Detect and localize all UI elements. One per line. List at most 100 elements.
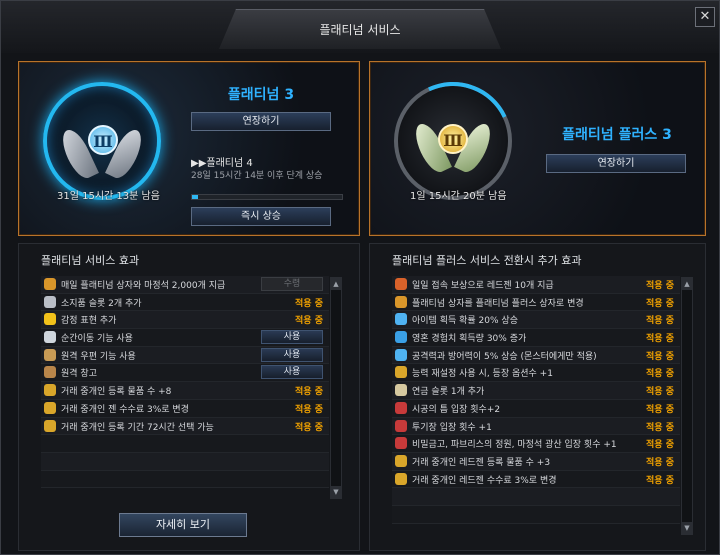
status-badge: 적용 중 <box>646 440 674 451</box>
scales-icon <box>44 419 56 432</box>
platinum-plus-effects-title: 플래티넘 플러스 서비스 전환시 추가 효과 <box>392 254 582 267</box>
empty-row <box>41 452 329 471</box>
scroll-down-icon[interactable]: ▼ <box>331 486 341 498</box>
effect-text: 일일 접속 보상으로 레드젠 10개 지급 <box>412 281 554 291</box>
status-badge: 적용 중 <box>295 298 323 309</box>
status-badge: 적용 중 <box>646 334 674 345</box>
status-badge: 적용 중 <box>646 298 674 309</box>
list-item: 아이템 획득 확률 20% 상승 적용 중 <box>392 311 680 330</box>
soul-icon <box>395 331 407 344</box>
effect-action-button[interactable]: 수령 <box>261 277 323 291</box>
list-item: 원격 우편 기능 사용 사용 <box>41 346 329 365</box>
list-item: 투기장 입장 횟수 +1 적용 중 <box>392 417 680 436</box>
effect-text: 거래 중개인 등록 기간 72시간 선택 가능 <box>61 422 214 433</box>
storage-icon <box>44 366 56 379</box>
gift-box-icon <box>395 295 407 308</box>
list-item: 플래티넘 상자를 플래티넘 플러스 상자로 변경 적용 중 <box>392 293 680 312</box>
platinum-extend-button[interactable]: 연장하기 <box>191 112 331 131</box>
platinum-effects-title: 플래티넘 서비스 효과 <box>41 254 140 267</box>
reward-icon <box>395 278 407 290</box>
close-button[interactable]: ✕ <box>695 7 715 27</box>
platinum-plus-emblem-icon: Ⅲ <box>438 124 468 154</box>
effect-text: 투기장 입장 횟수 +1 <box>412 422 492 433</box>
list-item: 소지품 슬롯 2개 추가 적용 중 <box>41 293 329 312</box>
status-badge: 적용 중 <box>295 316 323 327</box>
scales-icon <box>44 384 56 397</box>
platinum-effects-list: 매일 플래티넘 상자와 마정석 2,000개 지급 수령 소지품 슬롯 2개 추가 적… <box>41 276 329 489</box>
dungeon-icon <box>395 437 407 450</box>
list-item: 감정 표현 추가 적용 중 <box>41 311 329 330</box>
platinum-service-window: 플래티넘 서비스 ✕ Ⅲ 31일 15시간 13분 남음 플래티넘 3 연장하기… <box>0 0 720 555</box>
effect-text: 원격 우편 기능 사용 <box>61 351 136 362</box>
dungeon-icon <box>395 401 407 414</box>
list-item: 매일 플래티넘 상자와 마정석 2,000개 지급 수령 <box>41 276 329 294</box>
status-badge: 적용 중 <box>646 457 674 468</box>
scales-icon <box>44 401 56 414</box>
list-item: 연금 슬롯 1개 추가 적용 중 <box>392 382 680 400</box>
list-item: 순간이동 기능 사용 사용 <box>41 329 329 347</box>
effect-text: 공격력과 방어력이 5% 상승 (몬스터에게만 적용) <box>412 351 597 362</box>
details-button[interactable]: 자세히 보기 <box>119 513 247 537</box>
status-badge: 적용 중 <box>646 369 674 380</box>
right-scrollbar[interactable]: ▲ ▼ <box>681 277 693 535</box>
list-item: 거래 중개인 레드젠 등록 물품 수 +3 적용 중 <box>392 452 680 471</box>
status-badge: 적용 중 <box>295 387 323 398</box>
platinum-effects-panel: 플래티넘 서비스 효과 매일 플래티넘 상자와 마정석 2,000개 지급 수령 소… <box>18 243 360 551</box>
scroll-up-icon[interactable]: ▲ <box>682 278 692 290</box>
scroll-up-icon[interactable]: ▲ <box>331 278 341 290</box>
status-badge: 적용 중 <box>646 404 674 415</box>
effect-text: 비밀금고, 파브리스의 정원, 마정석 광산 입장 횟수 +1 <box>412 440 617 451</box>
effect-text: 원격 창고 <box>61 369 97 380</box>
platinum-card: Ⅲ 31일 15시간 13분 남음 플래티넘 3 연장하기 ▶▶플래티넘 4 2… <box>18 61 360 236</box>
list-item: 거래 중개인 등록 물품 수 +8 적용 중 <box>41 382 329 400</box>
tier-progress-fill <box>192 195 198 199</box>
effect-text: 플래티넘 상자를 플래티넘 플러스 상자로 변경 <box>412 298 584 309</box>
list-item: 능력 재설정 사용 시, 등장 옵션수 +1 적용 중 <box>392 364 680 383</box>
platinum-plus-remaining-time: 1일 15시간 20분 남음 <box>410 191 507 202</box>
list-item: 거래 중개인 등록 기간 72시간 선택 가능 적용 중 <box>41 417 329 436</box>
effect-text: 능력 재설정 사용 시, 등장 옵션수 +1 <box>412 369 553 380</box>
platinum-plus-effects-list: 일일 접속 보상으로 레드젠 10개 지급 적용 중 플래티넘 상자를 플래티넘 플… <box>392 276 680 524</box>
effect-text: 거래 중개인 젠 수수료 3%로 변경 <box>61 404 189 415</box>
tier-progress-bar <box>191 194 343 200</box>
effect-action-button[interactable]: 사용 <box>261 347 323 362</box>
status-badge: 적용 중 <box>646 351 674 362</box>
effect-text: 시공의 틈 입장 횟수+2 <box>412 404 501 415</box>
effect-text: 소지품 슬롯 2개 추가 <box>61 298 142 309</box>
effect-text: 거래 중개인 레드젠 등록 물품 수 +3 <box>412 457 551 468</box>
empty-row <box>41 470 329 489</box>
empty-row <box>41 435 329 453</box>
status-badge: 적용 중 <box>646 387 674 398</box>
teleport-icon <box>44 331 56 344</box>
status-badge: 적용 중 <box>295 404 323 415</box>
window-title: 플래티넘 서비스 <box>319 23 401 37</box>
list-item: 거래 중개인 레드젠 수수료 3%로 변경 적용 중 <box>392 470 680 489</box>
emotion-icon <box>44 313 56 326</box>
platinum-plus-tier-title: 플래티넘 플러스 3 <box>562 127 672 143</box>
list-item: 거래 중개인 젠 수수료 3%로 변경 적용 중 <box>41 399 329 418</box>
effect-action-button[interactable]: 사용 <box>261 365 323 380</box>
scroll-down-icon[interactable]: ▼ <box>682 522 692 534</box>
effect-action-button[interactable]: 사용 <box>261 330 323 345</box>
platinum-tier-title: 플래티넘 3 <box>227 87 295 103</box>
platinum-remaining-time: 31일 15시간 13분 남음 <box>57 191 160 202</box>
next-tier-condition: 28일 15시간 14분 이후 단계 상승 <box>191 171 323 181</box>
left-scrollbar[interactable]: ▲ ▼ <box>330 277 342 499</box>
status-badge: 적용 중 <box>646 316 674 327</box>
list-item: 일일 접속 보상으로 레드젠 10개 지급 적용 중 <box>392 276 680 294</box>
swap-icon <box>395 366 407 379</box>
slot-icon <box>44 295 56 308</box>
status-badge: 적용 중 <box>295 422 323 433</box>
next-tier-label: ▶▶플래티넘 4 <box>191 158 253 169</box>
platinum-plus-effects-panel: 플래티넘 플러스 서비스 전환시 추가 효과 일일 접속 보상으로 레드젠 10… <box>369 243 706 551</box>
effect-text: 감정 표현 추가 <box>61 316 117 327</box>
list-item: 영혼 경험치 획득량 30% 증가 적용 중 <box>392 329 680 347</box>
platinum-plus-extend-button[interactable]: 연장하기 <box>546 154 686 173</box>
instant-upgrade-button[interactable]: 즉시 상승 <box>191 207 331 226</box>
effect-text: 아이템 획득 확률 20% 상승 <box>412 316 518 327</box>
effect-text: 영혼 경험치 획득량 30% 증가 <box>412 334 527 345</box>
dungeon-icon <box>395 419 407 432</box>
arrow-up-icon <box>395 348 407 361</box>
scales-icon <box>395 454 407 467</box>
effect-text: 거래 중개인 등록 물품 수 +8 <box>61 387 172 398</box>
